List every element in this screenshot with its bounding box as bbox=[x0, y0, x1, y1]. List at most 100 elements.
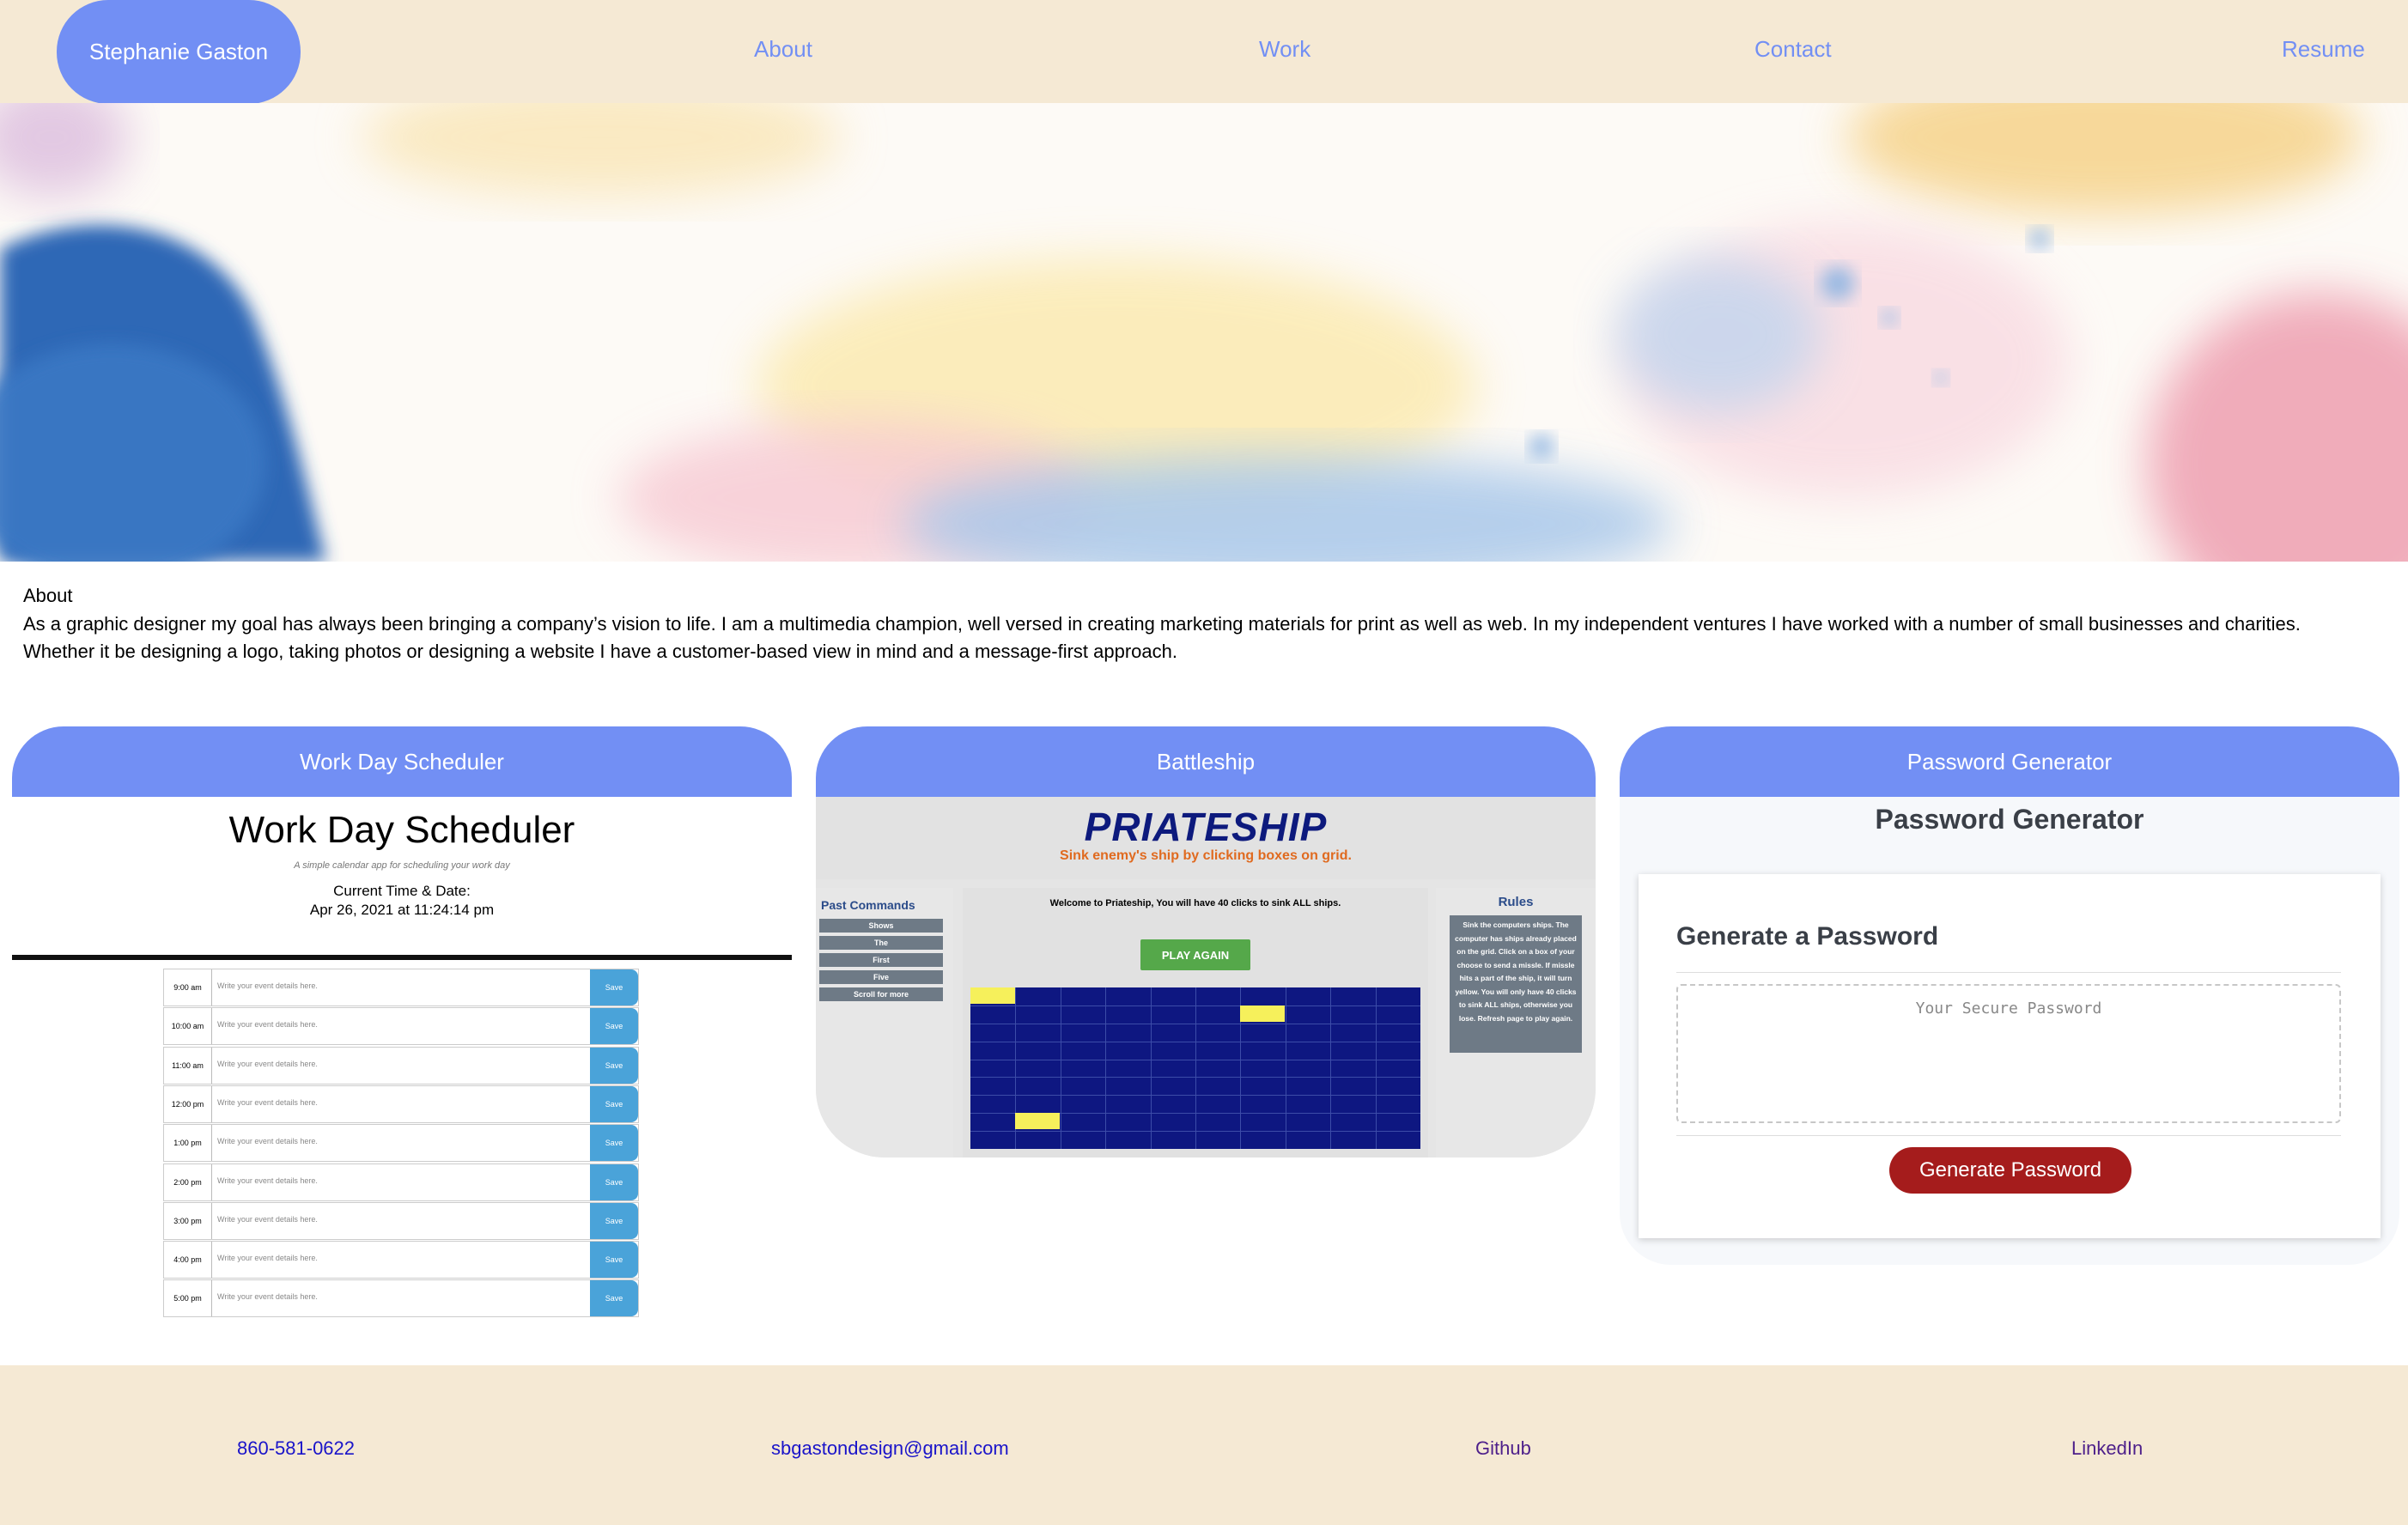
preview-time-value: Apr 26, 2021 at 11:24:14 pm bbox=[309, 902, 495, 918]
password-output-field: Your Secure Password bbox=[1676, 984, 2341, 1123]
save-button: Save bbox=[590, 1163, 638, 1200]
event-placeholder: Write your event details here. bbox=[217, 1176, 318, 1185]
event-placeholder: Write your event details here. bbox=[217, 1059, 318, 1068]
save-button: Save bbox=[590, 1280, 638, 1317]
nav-contact[interactable]: Contact bbox=[1754, 36, 1832, 63]
event-placeholder: Write your event details here. bbox=[217, 1292, 318, 1302]
nav-work[interactable]: Work bbox=[1259, 36, 1310, 63]
generator-heading: Generate a Password bbox=[1676, 922, 1939, 951]
hour-label: 4:00 pm bbox=[164, 1242, 212, 1279]
project-preview-image[interactable]: Work Day Scheduler A simple calendar app… bbox=[12, 797, 792, 1334]
save-button: Save bbox=[590, 1202, 638, 1239]
project-card-work-day-scheduler[interactable]: Work Day Scheduler Work Day Scheduler A … bbox=[12, 726, 792, 1334]
hero-banner bbox=[0, 103, 2408, 562]
project-preview-image[interactable]: PRIATESHIP Sink enemy's ship by clicking… bbox=[816, 797, 1596, 1157]
event-placeholder: Write your event details here. bbox=[217, 1214, 318, 1224]
hour-row: 4:00 pm Write your event details here. Sav… bbox=[163, 1241, 639, 1279]
preview-logo: PRIATESHIP bbox=[1084, 805, 1328, 849]
hour-row: 1:00 pm Write your event details here. Sav… bbox=[163, 1124, 639, 1163]
event-placeholder: Write your event details here. bbox=[217, 1137, 318, 1146]
hour-label: 3:00 pm bbox=[164, 1202, 212, 1239]
hour-row: 9:00 am Write your event details here. Sav… bbox=[163, 969, 639, 1006]
nav-about[interactable]: About bbox=[754, 36, 812, 63]
command-item: The bbox=[819, 936, 943, 950]
grid-line bbox=[970, 1095, 1420, 1097]
hour-row: 5:00 pm Write your event details here. Sav… bbox=[163, 1279, 639, 1318]
divider bbox=[1676, 972, 2341, 973]
event-placeholder: Write your event details here. bbox=[217, 1254, 318, 1263]
save-button: Save bbox=[590, 1047, 638, 1084]
game-grid bbox=[970, 987, 1420, 1149]
brand-button[interactable]: Stephanie Gaston bbox=[57, 0, 301, 104]
welcome-text: Welcome to Priateship, You will have 40 … bbox=[1049, 898, 1341, 908]
event-placeholder: Write your event details here. bbox=[217, 1020, 318, 1030]
hour-label: 1:00 pm bbox=[164, 1125, 212, 1162]
hour-row: 2:00 pm Write your event details here. Sav… bbox=[163, 1163, 639, 1201]
project-preview-image[interactable]: Password Generator Generate a Password Y… bbox=[1620, 797, 2399, 1265]
hour-label: 12:00 pm bbox=[164, 1085, 212, 1122]
grid-line bbox=[970, 1077, 1420, 1078]
preview-subtitle: A simple calendar app for scheduling you… bbox=[294, 860, 510, 871]
command-item: Five bbox=[819, 970, 943, 984]
project-title[interactable]: Work Day Scheduler bbox=[12, 726, 792, 797]
divider bbox=[1676, 1135, 2341, 1136]
hour-row: 12:00 pm Write your event details here. Sa… bbox=[163, 1085, 639, 1123]
hour-row: 11:00 am Write your event details here. Sa… bbox=[163, 1046, 639, 1085]
grid-line bbox=[1150, 987, 1152, 1149]
past-commands-heading: Past Commands bbox=[821, 898, 915, 912]
project-title[interactable]: Battleship bbox=[816, 726, 1596, 797]
footer-email-link[interactable]: sbgastondesign@gmail.com bbox=[771, 1437, 1009, 1460]
command-item: First bbox=[819, 953, 943, 967]
hour-label: 10:00 am bbox=[164, 1008, 212, 1045]
grid-line bbox=[970, 1131, 1420, 1133]
grid-line bbox=[1195, 987, 1196, 1149]
preview-time-label: Current Time & Date: bbox=[333, 883, 471, 899]
rules-text: Sink the computers ships. The computer h… bbox=[1450, 915, 1582, 1053]
grid-line bbox=[1330, 987, 1332, 1149]
about-heading: About bbox=[23, 585, 73, 606]
hit-cell bbox=[1240, 1005, 1286, 1022]
hour-label: 9:00 am bbox=[164, 969, 212, 1006]
footer-github-link[interactable]: Github bbox=[1475, 1437, 1531, 1460]
hour-row: 3:00 pm Write your event details here. Sav… bbox=[163, 1201, 639, 1240]
about-text: As a graphic designer my goal has always… bbox=[23, 613, 2301, 662]
preview-heading: Password Generator bbox=[1875, 804, 2144, 835]
preview-heading: Work Day Scheduler bbox=[228, 809, 575, 851]
watercolor-banner-image bbox=[0, 103, 2408, 562]
hit-cell bbox=[1015, 1113, 1061, 1130]
play-again-button: PLAY AGAIN bbox=[1140, 939, 1250, 970]
nav-resume[interactable]: Resume bbox=[2282, 36, 2365, 63]
project-card-battleship[interactable]: Battleship PRIATESHIP Sink enemy's ship … bbox=[816, 726, 1596, 1157]
command-item: Shows bbox=[819, 919, 943, 933]
event-placeholder: Write your event details here. bbox=[217, 1097, 318, 1107]
save-button: Save bbox=[590, 1242, 638, 1279]
generator-card: Generate a Password Your Secure Password… bbox=[1639, 874, 2381, 1238]
save-button: Save bbox=[590, 969, 638, 1006]
project-card-password-generator[interactable]: Password Generator Password Generator Ge… bbox=[1620, 726, 2399, 1265]
grid-line bbox=[1375, 987, 1377, 1149]
hour-label: 11:00 am bbox=[164, 1047, 212, 1084]
preview-tagline: Sink enemy's ship by clicking boxes on g… bbox=[1060, 848, 1352, 863]
preview-banner: PRIATESHIP Sink enemy's ship by clicking… bbox=[816, 797, 1596, 879]
save-button: Save bbox=[590, 1085, 638, 1122]
past-commands-panel: Past Commands Shows The First Five Scrol… bbox=[816, 888, 953, 1157]
event-placeholder: Write your event details here. bbox=[217, 981, 318, 990]
generate-password-button: Generate Password bbox=[1889, 1147, 2131, 1194]
command-item: Scroll for more bbox=[819, 987, 943, 1001]
divider bbox=[12, 955, 792, 960]
rules-panel: Rules Sink the computers ships. The comp… bbox=[1436, 888, 1596, 1157]
hour-label: 2:00 pm bbox=[164, 1163, 212, 1200]
game-panel: Welcome to Priateship, You will have 40 … bbox=[963, 888, 1428, 1157]
hour-row: 10:00 am Write your event details here. Sa… bbox=[163, 1007, 639, 1046]
site-header: Stephanie Gaston About Work Contact Resu… bbox=[0, 0, 2408, 104]
project-title[interactable]: Password Generator bbox=[1620, 726, 2399, 797]
save-button: Save bbox=[590, 1125, 638, 1162]
footer-phone-link[interactable]: 860-581-0622 bbox=[237, 1437, 355, 1460]
save-button: Save bbox=[590, 1008, 638, 1045]
hit-cell bbox=[970, 987, 1015, 1004]
site-footer: 860-581-0622 sbgastondesign@gmail.com Gi… bbox=[0, 1365, 2408, 1525]
hour-label: 5:00 pm bbox=[164, 1280, 212, 1317]
footer-linkedin-link[interactable]: LinkedIn bbox=[2071, 1437, 2143, 1460]
grid-line bbox=[1105, 987, 1107, 1149]
rules-heading: Rules bbox=[1498, 895, 1534, 909]
